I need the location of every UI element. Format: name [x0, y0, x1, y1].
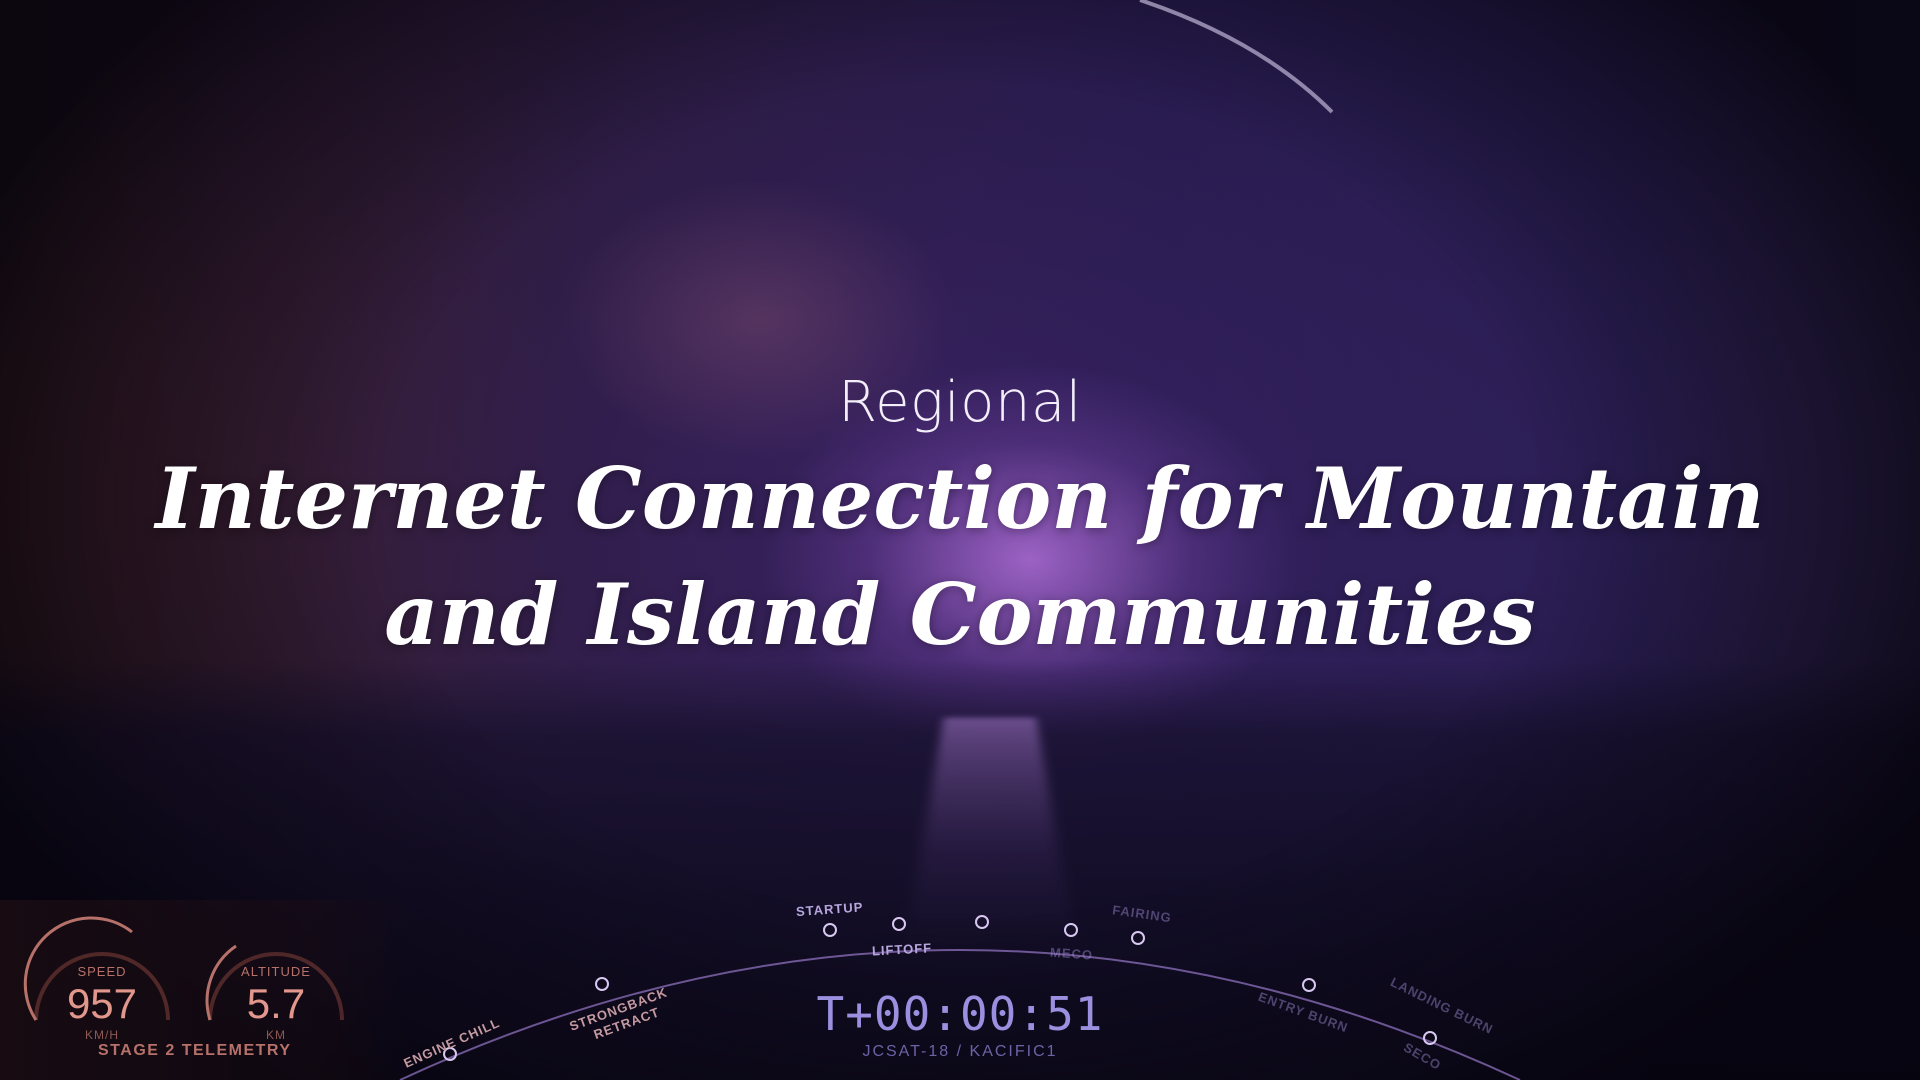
- mission-timeline: ENGINE CHILL STRONGBACK RETRACT STARTUP …: [399, 899, 1521, 1080]
- video-frame: Regional Internet Connection for Mountai…: [0, 0, 1920, 1080]
- timeline-node-startup: [823, 923, 837, 937]
- mission-name: JCSAT-18 / KACIFIC1: [862, 1043, 1058, 1060]
- timeline-node-liftoff: [892, 917, 906, 931]
- mission-clock: T+00:00:51: [816, 987, 1104, 1041]
- timeline-node-maxq: [975, 915, 989, 929]
- timeline-label-liftoff: LIFTOFF: [872, 940, 933, 958]
- timeline-node-meco: [1064, 923, 1078, 937]
- timeline-label-startup: STARTUP: [796, 899, 864, 919]
- timeline-node-fairing: [1131, 931, 1145, 945]
- timeline-label-meco: MECO: [1050, 945, 1094, 963]
- timeline-label-fairing: FAIRING: [1111, 902, 1172, 925]
